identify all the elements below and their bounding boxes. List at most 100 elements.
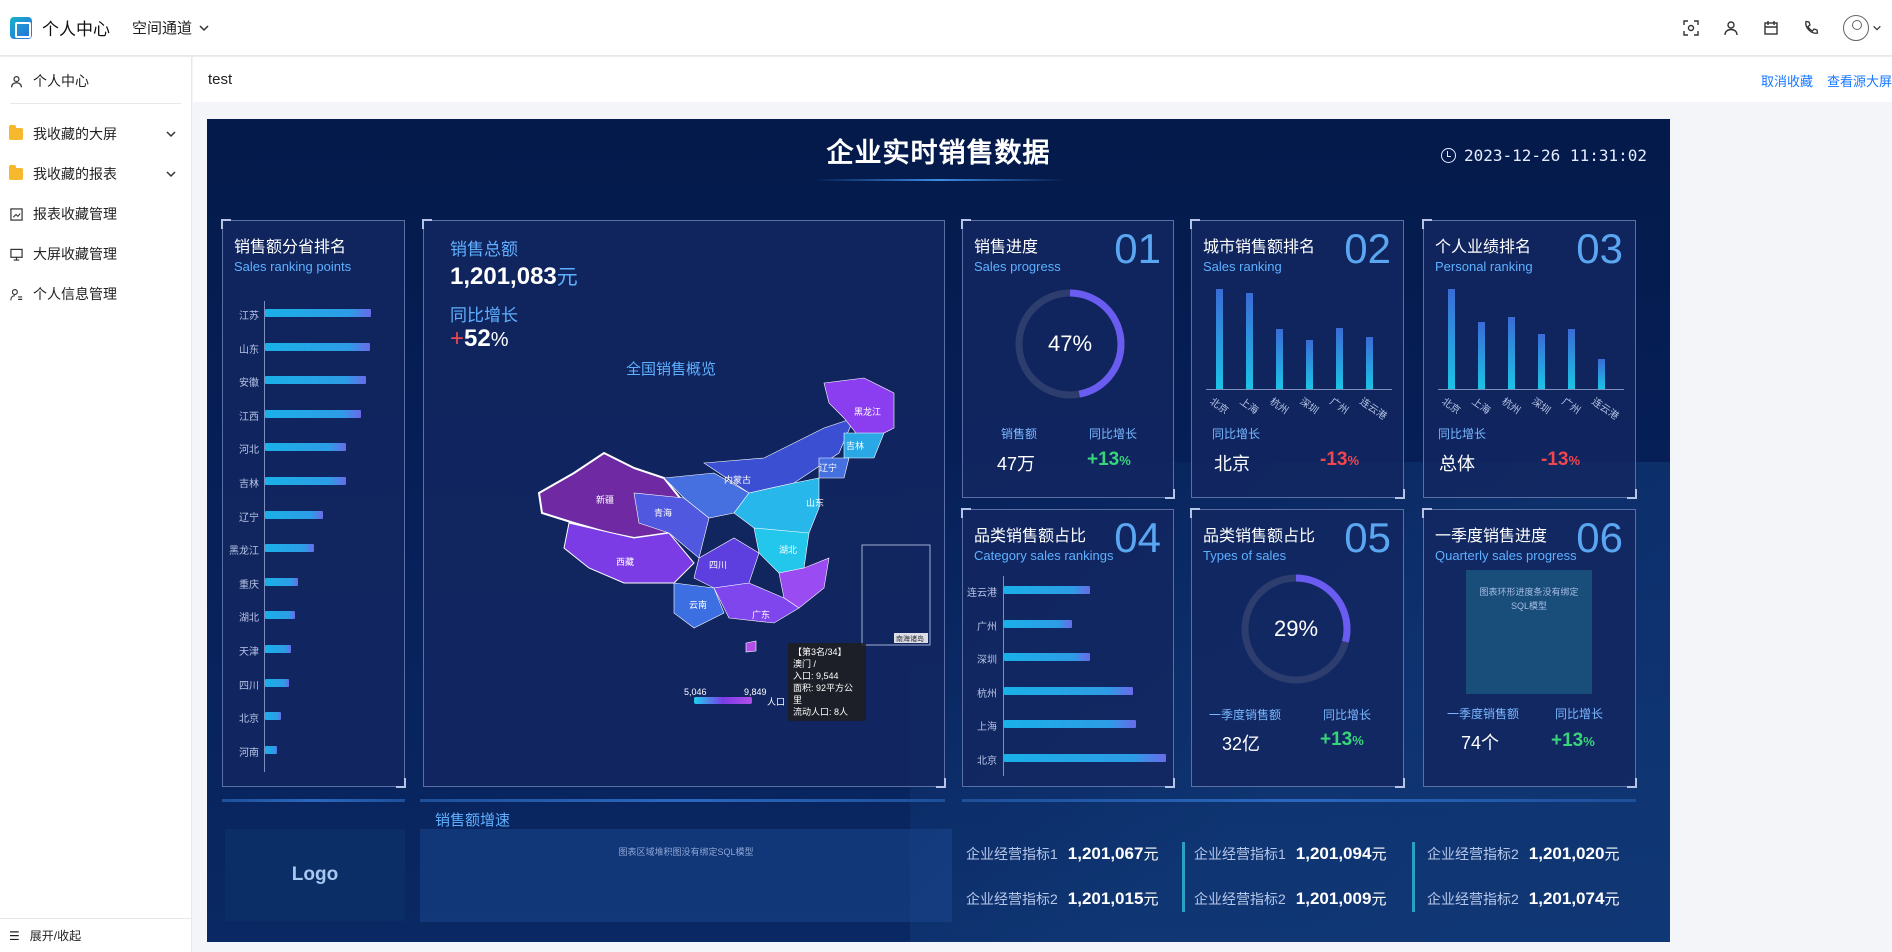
panel-province-rank: 销售额分省排名 Sales ranking points 江苏 山东 安徽 江西 河北吉… — [221, 219, 406, 788]
bar[interactable] — [265, 309, 372, 317]
app-logo-icon[interactable] — [10, 16, 32, 39]
bar[interactable] — [265, 611, 296, 620]
growth-chart-placeholder: 图表区域堆积图没有绑定SQL模型 — [420, 829, 952, 922]
growth-unit: % — [1119, 453, 1131, 468]
phone-icon[interactable] — [1802, 19, 1820, 37]
datetime-text: 2023-12-26 11:31:02 — [1463, 146, 1647, 165]
tooltip-line: 澳门 / — [793, 659, 817, 669]
kpi-city: 北京 — [1214, 454, 1250, 474]
growth-unit: % — [1347, 453, 1360, 468]
kpi-label: 同比增长 — [1438, 427, 1487, 441]
top-bar: 个人中心 空间通道 — [0, 0, 1892, 56]
bar-label: 北京 — [1207, 396, 1231, 417]
growth-value: -13 — [1541, 449, 1569, 470]
bar-label: 广州 — [1559, 396, 1583, 417]
bar[interactable] — [265, 342, 371, 351]
panel-title: 品类销售额占比 — [974, 528, 1087, 545]
title-underline — [812, 179, 1067, 181]
bar[interactable] — [1004, 720, 1136, 729]
growth-value: -13 — [1320, 449, 1348, 470]
bar[interactable] — [1448, 289, 1455, 389]
view-source-screen-link[interactable]: 查看源大屏 — [1827, 71, 1892, 90]
kpi-growth: -13% — [1541, 449, 1580, 471]
sidebar-divider — [10, 103, 181, 104]
chevron-down-icon — [199, 24, 209, 31]
space-nav-dropdown[interactable]: 空间通道 — [132, 17, 210, 38]
divider-line — [420, 799, 945, 802]
svg-text:黑龙江: 黑龙江 — [854, 406, 881, 417]
panel-subtitle: Quarterly sales progress — [1435, 548, 1577, 563]
bar[interactable] — [265, 510, 323, 519]
app-title[interactable]: 个人中心 — [42, 15, 110, 40]
bar[interactable] — [265, 376, 367, 385]
panel-sales-total: 销售总额 1,201,083元 同比增长 +52% 全国销售概览 新疆 西藏 青… — [422, 219, 946, 788]
sidebar-item-profile-manage[interactable]: 个人信息管理 — [0, 274, 191, 314]
svg-text:南海诸岛: 南海诸岛 — [896, 634, 924, 643]
scan-icon[interactable] — [1682, 19, 1700, 37]
metric-value: 1,201,094 — [1295, 844, 1372, 863]
bar[interactable] — [265, 712, 281, 721]
bar[interactable] — [1276, 329, 1283, 389]
svg-text:山东: 山东 — [806, 497, 824, 508]
china-map[interactable]: 新疆 西藏 青海 内蒙古 黑龙江 吉林 辽宁 山东 四川 湖北 云南 广东 南海… — [534, 373, 934, 693]
bar[interactable] — [1246, 293, 1253, 389]
bar-label: 广州 — [1327, 396, 1351, 417]
unfavorite-link[interactable]: 取消收藏 — [1761, 71, 1813, 90]
bar[interactable] — [265, 443, 346, 452]
sidebar-item-screen-fav-manage[interactable]: 大屏收藏管理 — [0, 234, 191, 274]
folder-icon — [9, 165, 23, 180]
svg-text:广东: 广东 — [752, 609, 770, 620]
bar[interactable] — [1366, 337, 1373, 389]
sidebar-item-report-fav-manage[interactable]: 报表收藏管理 — [0, 194, 191, 234]
bar[interactable] — [1004, 586, 1090, 594]
bar[interactable] — [1004, 653, 1090, 662]
bar[interactable] — [1598, 359, 1605, 389]
account-menu[interactable] — [1842, 15, 1882, 41]
panel-subtitle: Category sales rankings — [974, 548, 1114, 563]
bar[interactable] — [265, 477, 346, 485]
bar-label: 广州 — [977, 621, 997, 633]
bar[interactable] — [1004, 754, 1166, 762]
kpi-label: 一季度销售额 — [1447, 707, 1520, 721]
panel-category-sales: 品类销售额占比 Category sales rankings 04 连云港 广州… — [961, 508, 1175, 788]
bar[interactable] — [265, 577, 299, 586]
dashboard-screen: 企业实时销售数据 2023-12-26 11:31:02 销售额分省排名 Sal… — [207, 119, 1670, 942]
kpi-growth: +13% — [1320, 729, 1364, 751]
sidebar-toggle[interactable]: ☰ 展开/收起 — [0, 918, 191, 952]
bar[interactable] — [1306, 340, 1313, 389]
sidebar-item-personal-center[interactable]: 个人中心 — [0, 61, 191, 101]
kpi-growth: -13% — [1320, 449, 1359, 471]
sidebar-item-fav-screens[interactable]: 我收藏的大屏 — [0, 114, 191, 154]
bar[interactable] — [1004, 619, 1072, 628]
bar[interactable] — [265, 645, 291, 653]
kpi-label: 一季度销售额 — [1209, 708, 1282, 722]
user-icon[interactable] — [1722, 19, 1740, 37]
map-region-hainan — [745, 640, 757, 653]
bar-label: 安徽 — [239, 378, 259, 390]
calendar-icon[interactable] — [1762, 19, 1780, 37]
bar[interactable] — [265, 678, 289, 687]
metric-label: 企业经营指标1 — [1194, 846, 1286, 862]
bar-label: 辽宁 — [239, 512, 259, 524]
bar[interactable] — [1336, 328, 1343, 389]
bar[interactable] — [1538, 334, 1545, 389]
bar-label: 杭州 — [1499, 396, 1523, 417]
kpi-value: 47万 — [997, 454, 1036, 474]
sidebar-item-fav-reports[interactable]: 我收藏的报表 — [0, 154, 191, 194]
collapse-icon: ☰ — [9, 928, 20, 943]
kpi-growth: +13% — [1551, 730, 1595, 752]
bar[interactable] — [1568, 329, 1575, 389]
bar-label: 重庆 — [239, 579, 259, 591]
metric-unit: 元 — [1371, 846, 1387, 863]
bar[interactable] — [265, 409, 362, 418]
panel-number: 02 — [1344, 225, 1391, 272]
panel-subtitle: Sales ranking — [1203, 259, 1282, 274]
bar[interactable] — [1478, 322, 1485, 389]
visual-map-legend-bar[interactable] — [694, 697, 752, 704]
bar[interactable] — [265, 745, 277, 754]
bar[interactable] — [1004, 686, 1133, 695]
tooltip-line: 面积: 92平方公里 — [793, 683, 854, 705]
bar[interactable] — [1216, 289, 1223, 389]
bar[interactable] — [1508, 317, 1515, 389]
bar[interactable] — [265, 544, 315, 553]
